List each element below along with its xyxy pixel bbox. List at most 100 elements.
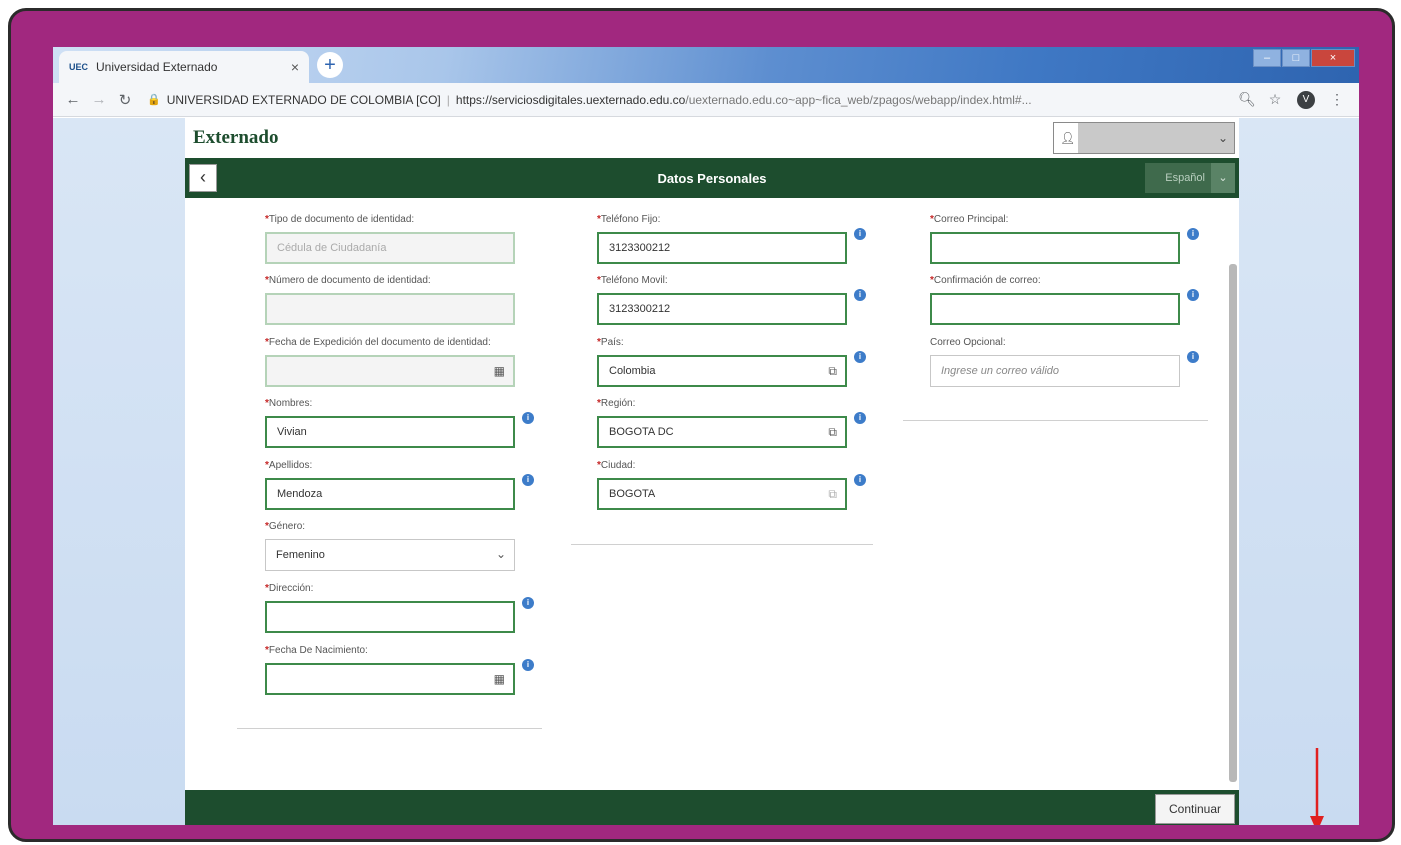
field-label: *Número de documento de identidad: <box>265 275 431 286</box>
tab-title: Universidad Externado <box>96 60 218 74</box>
language-select[interactable]: Español ⌄ <box>1145 163 1235 193</box>
url-text: https://serviciosdigitales.uexternado.ed… <box>456 93 1032 107</box>
genero-select[interactable]: Femenino ⌄ <box>265 539 515 571</box>
calendar-icon[interactable]: ▦ <box>494 672 505 686</box>
zoom-icon[interactable]: 🔍︎ <box>1233 91 1261 108</box>
site-identity: UNIVERSIDAD EXTERNADO DE COLOMBIA [CO] <box>166 92 441 107</box>
field-label: *Ciudad: <box>597 460 636 471</box>
confirmacion-correo-field: *Confirmación de correo: i <box>930 275 1199 325</box>
site-favicon-icon: UEC <box>69 62 89 72</box>
ciudad-input[interactable]: BOGOTA ⧉ <box>597 478 847 510</box>
field-label: *Región: <box>597 398 636 409</box>
info-icon[interactable]: i <box>854 412 866 424</box>
fecha-nacimiento-field: *Fecha De Nacimiento: ▦ i <box>265 645 534 695</box>
title-bar: ‹ Datos Personales Español ⌄ <box>185 158 1239 198</box>
fecha-expedicion-field: *Fecha de Expedición del documento de id… <box>265 337 525 387</box>
value-help-icon[interactable]: ⧉ <box>828 364 837 379</box>
numero-doc-field: *Número de documento de identidad: <box>265 275 525 325</box>
pais-input[interactable]: Colombia ⧉ <box>597 355 847 387</box>
address-separator: | <box>446 92 450 107</box>
field-label: *Dirección: <box>265 583 314 594</box>
genero-field: *Género: Femenino ⌄ <box>265 521 525 571</box>
field-label: *Fecha de Expedición del documento de id… <box>265 337 491 348</box>
field-label: *Apellidos: <box>265 460 313 471</box>
chevron-down-icon: ⌄ <box>1211 163 1235 193</box>
telefono-movil-field: *Teléfono Movil: 3123300212 i <box>597 275 866 325</box>
info-icon[interactable]: i <box>1187 351 1199 363</box>
tab-close-icon[interactable]: × <box>291 59 299 75</box>
correo-opcional-placeholder: Ingrese un correo válido <box>941 365 1060 377</box>
personal-data-form: *Tipo de documento de identidad: Cédula … <box>185 198 1239 746</box>
back-button[interactable]: ‹ <box>189 164 217 192</box>
fecha-expedicion-input: ▦ <box>265 355 515 387</box>
info-icon[interactable]: i <box>854 228 866 240</box>
correo-principal-input[interactable] <box>930 232 1180 264</box>
window-close-button[interactable]: × <box>1311 49 1355 67</box>
correo-opcional-input[interactable]: Ingrese un correo válido <box>930 355 1180 387</box>
tipo-doc-input: Cédula de Ciudadanía <box>265 232 515 264</box>
profile-avatar[interactable]: V <box>1297 90 1315 109</box>
info-icon[interactable]: i <box>854 289 866 301</box>
language-value: Español <box>1165 172 1205 184</box>
telefono-fijo-input[interactable]: 3123300212 <box>597 232 847 264</box>
maximize-button[interactable]: □ <box>1282 49 1310 67</box>
field-label: *Teléfono Movil: <box>597 275 668 286</box>
lock-icon: 🔒 <box>147 94 161 106</box>
url-path: /uexternado.edu.co~app~fica_web/zpagos/w… <box>685 92 1032 107</box>
externado-logo: Externado <box>193 127 279 148</box>
field-label: *Género: <box>265 521 306 532</box>
window-controls: – □ × <box>1252 49 1355 67</box>
back-arrow-icon[interactable]: ← <box>61 91 85 108</box>
telefono-fijo-field: *Teléfono Fijo: 3123300212 i <box>597 214 866 264</box>
field-label: *Tipo de documento de identidad: <box>265 214 415 225</box>
direccion-input[interactable] <box>265 601 515 633</box>
address-bar[interactable]: 🔒 UNIVERSIDAD EXTERNADO DE COLOMBIA [CO]… <box>147 93 1223 107</box>
continue-button[interactable]: Continuar <box>1155 794 1235 824</box>
region-field: *Región: BOGOTA DC ⧉ i <box>597 398 866 448</box>
vertical-scrollbar[interactable] <box>1229 264 1237 782</box>
browser-tab[interactable]: UEC Universidad Externado × <box>59 51 309 83</box>
menu-dots-icon[interactable]: ⋮ <box>1323 91 1351 108</box>
purple-frame: UEC Universidad Externado × + – □ × ← → … <box>8 8 1395 842</box>
info-icon[interactable]: i <box>1187 228 1199 240</box>
page-background: Externado 👤︎ ⌄ ‹ Datos Personales Españo… <box>53 118 1359 825</box>
correo-opcional-field: Correo Opcional: Ingrese un correo válid… <box>930 337 1199 387</box>
minimize-button[interactable]: – <box>1253 49 1281 67</box>
confirmacion-correo-input[interactable] <box>930 293 1180 325</box>
telefono-movil-input[interactable]: 3123300212 <box>597 293 847 325</box>
info-icon[interactable]: i <box>522 474 534 486</box>
region-input[interactable]: BOGOTA DC ⧉ <box>597 416 847 448</box>
value-help-icon[interactable]: ⧉ <box>828 425 837 440</box>
nombres-input[interactable]: Vivian <box>265 416 515 448</box>
nombres-field: *Nombres: Vivian i <box>265 398 534 448</box>
reload-icon[interactable]: ↻ <box>113 91 137 109</box>
app-footer: Continuar <box>185 790 1239 825</box>
forward-arrow-icon[interactable]: → <box>87 91 111 108</box>
field-label: *Confirmación de correo: <box>930 275 1041 286</box>
field-label: *País: <box>597 337 624 348</box>
browser-toolbar: ← → ↻ 🔒 UNIVERSIDAD EXTERNADO DE COLOMBI… <box>53 83 1359 117</box>
field-label: *Teléfono Fijo: <box>597 214 661 225</box>
correo-principal-field: *Correo Principal: i <box>930 214 1199 264</box>
info-icon[interactable]: i <box>522 412 534 424</box>
value-help-icon[interactable]: ⧉ <box>828 487 837 502</box>
field-label: Correo Opcional: <box>930 337 1006 348</box>
info-icon[interactable]: i <box>522 597 534 609</box>
new-tab-button[interactable]: + <box>317 52 343 78</box>
user-selector[interactable]: 👤︎ ⌄ <box>1053 122 1235 154</box>
info-icon[interactable]: i <box>854 351 866 363</box>
bookmark-star-icon[interactable]: ☆ <box>1261 91 1289 108</box>
chevron-down-icon: ⌄ <box>495 547 506 561</box>
numero-doc-input <box>265 293 515 325</box>
fecha-nacimiento-input[interactable]: ▦ <box>265 663 515 695</box>
info-icon[interactable]: i <box>1187 289 1199 301</box>
info-icon[interactable]: i <box>854 474 866 486</box>
direccion-field: *Dirección: i <box>265 583 534 633</box>
app-header: Externado 👤︎ ⌄ <box>185 118 1239 158</box>
page-title: Datos Personales <box>657 170 767 186</box>
pais-field: *País: Colombia ⧉ i <box>597 337 866 387</box>
info-icon[interactable]: i <box>522 659 534 671</box>
browser-window: UEC Universidad Externado × + – □ × ← → … <box>53 47 1359 825</box>
apellidos-input[interactable]: Mendoza <box>265 478 515 510</box>
app-container: Externado 👤︎ ⌄ ‹ Datos Personales Españo… <box>185 118 1324 825</box>
